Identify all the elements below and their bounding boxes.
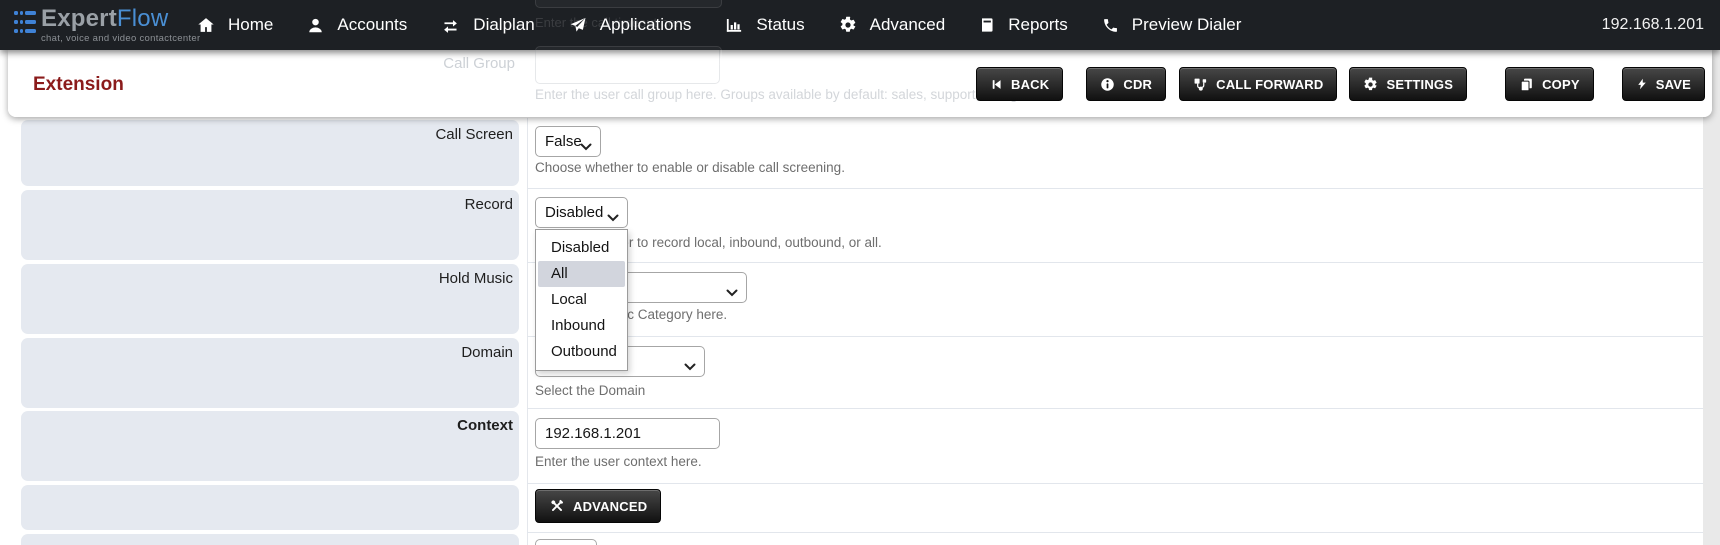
- nav-item-label: Reports: [1008, 15, 1068, 35]
- label-cell-call-screen: Call Screen: [21, 120, 519, 186]
- nav-item-home[interactable]: Home: [197, 15, 273, 35]
- dropdown-option[interactable]: Inbound: [538, 313, 625, 339]
- row-divider: [527, 483, 1703, 484]
- dropdown-option[interactable]: Outbound: [538, 339, 625, 365]
- nav-item-label: Home: [228, 15, 273, 35]
- field-label: Domain: [461, 344, 513, 361]
- context-helper: Enter the user context here.: [535, 454, 702, 469]
- brand-logo[interactable]: ExpertFlow chat, voice and video contact…: [14, 6, 200, 44]
- call-screen-helper: Choose whether to enable or disable call…: [535, 160, 845, 175]
- nav-item-advanced[interactable]: Advanced: [839, 15, 946, 35]
- field-label: Context: [457, 417, 513, 434]
- label-cell-partial: [21, 534, 519, 545]
- button-label: SAVE: [1656, 77, 1691, 92]
- column-divider: [527, 118, 528, 545]
- dropdown-option[interactable]: Disabled: [538, 235, 625, 261]
- record-select[interactable]: Disabled: [535, 197, 628, 228]
- row-divider: [527, 336, 1703, 337]
- bar-chart-icon: [725, 16, 743, 34]
- lightning-bolt-icon: [1636, 77, 1648, 91]
- brand-name-primary: Expert: [41, 5, 117, 32]
- record-dropdown-list: Disabled All Local Inbound Outbound: [535, 229, 628, 371]
- nav-item-label: Dialplan: [473, 15, 534, 35]
- brand-name-secondary: Flow: [117, 5, 168, 32]
- gear-icon: [1363, 77, 1378, 92]
- select-value: False: [545, 133, 582, 150]
- cdr-button[interactable]: CDR: [1086, 67, 1166, 101]
- back-button[interactable]: BACK: [976, 67, 1063, 101]
- nav-item-preview-dialer[interactable]: Preview Dialer: [1102, 15, 1242, 35]
- home-icon: [197, 16, 215, 34]
- label-cell-context: Context: [21, 411, 519, 481]
- chevron-down-icon: [684, 358, 696, 375]
- save-button[interactable]: SAVE: [1622, 67, 1705, 101]
- header-action-buttons: BACK CDR CALL FORWARD SETTINGS COPY SAVE: [976, 67, 1705, 101]
- page-title: Extension: [33, 74, 124, 96]
- row-divider: [527, 532, 1703, 533]
- row-divider: [527, 262, 1703, 263]
- nav-item-applications[interactable]: Applications: [569, 15, 692, 35]
- button-label: SETTINGS: [1386, 77, 1453, 92]
- call-screen-select[interactable]: False: [535, 126, 601, 157]
- dropdown-option[interactable]: Local: [538, 287, 625, 313]
- call-forward-button[interactable]: CALL FORWARD: [1179, 67, 1337, 101]
- extension-page: Enter the call timeout here. ExpertFlow …: [0, 0, 1720, 545]
- book-icon: [979, 16, 995, 34]
- nav-item-label: Advanced: [870, 15, 946, 35]
- page-header-bar: Call Group Enter the user call group her…: [8, 50, 1712, 117]
- ghost-call-group-helper: Enter the user call group here. Groups a…: [535, 87, 1021, 102]
- nav-item-reports[interactable]: Reports: [979, 15, 1068, 35]
- server-address: 192.168.1.201: [1602, 0, 1704, 50]
- nav-item-label: Applications: [600, 15, 692, 35]
- gear-icon: [839, 16, 857, 34]
- skip-back-icon: [990, 78, 1003, 91]
- field-label: Call Screen: [435, 126, 513, 143]
- nav-item-label: Accounts: [337, 15, 407, 35]
- row-divider: [527, 188, 1703, 189]
- copy-button[interactable]: COPY: [1505, 67, 1594, 101]
- exchange-icon: [441, 17, 460, 34]
- domain-helper: Select the Domain: [535, 383, 645, 398]
- button-label: CALL FORWARD: [1216, 77, 1323, 92]
- info-icon: [1100, 77, 1115, 92]
- dropdown-option-highlighted[interactable]: All: [538, 261, 625, 287]
- copy-icon: [1519, 77, 1534, 92]
- label-cell-domain: Domain: [21, 338, 519, 408]
- form-content: Call Screen Record Hold Music Domain Con…: [0, 50, 1703, 545]
- button-label: ADVANCED: [573, 499, 647, 514]
- nav-item-status[interactable]: Status: [725, 15, 804, 35]
- chevron-down-icon: [726, 284, 738, 301]
- user-icon: [307, 17, 324, 34]
- label-cell-record: Record: [21, 190, 519, 260]
- chevron-down-icon: [580, 138, 592, 155]
- nav-item-label: Status: [756, 15, 804, 35]
- brand-logo-icon: [14, 11, 36, 33]
- field-label: Record: [465, 196, 513, 213]
- context-input[interactable]: [535, 418, 720, 449]
- call-forward-icon: [1193, 77, 1208, 92]
- button-label: BACK: [1011, 77, 1049, 92]
- advanced-button[interactable]: ADVANCED: [535, 489, 661, 523]
- partial-next-field: [535, 539, 597, 545]
- top-navbar: Enter the call timeout here. ExpertFlow …: [0, 0, 1720, 50]
- ghost-call-group-label: Call Group: [8, 55, 515, 72]
- chevron-down-icon: [607, 209, 619, 226]
- brand-tagline: chat, voice and video contactcenter: [41, 33, 200, 44]
- button-label: COPY: [1542, 77, 1580, 92]
- label-cell-advanced: [21, 485, 519, 530]
- nav-item-label: Preview Dialer: [1132, 15, 1242, 35]
- nav-menu: Home Accounts Dialplan Applications Stat…: [197, 0, 1241, 50]
- label-cell-hold-music: Hold Music: [21, 264, 519, 334]
- button-label: CDR: [1123, 77, 1152, 92]
- select-value: Disabled: [545, 204, 603, 221]
- nav-item-dialplan[interactable]: Dialplan: [441, 15, 534, 35]
- settings-button[interactable]: SETTINGS: [1349, 67, 1467, 101]
- nav-item-accounts[interactable]: Accounts: [307, 15, 407, 35]
- field-label: Hold Music: [439, 270, 513, 287]
- tools-icon: [549, 498, 565, 514]
- row-divider: [527, 408, 1703, 409]
- phone-icon: [1102, 17, 1119, 34]
- paper-plane-icon: [569, 16, 587, 34]
